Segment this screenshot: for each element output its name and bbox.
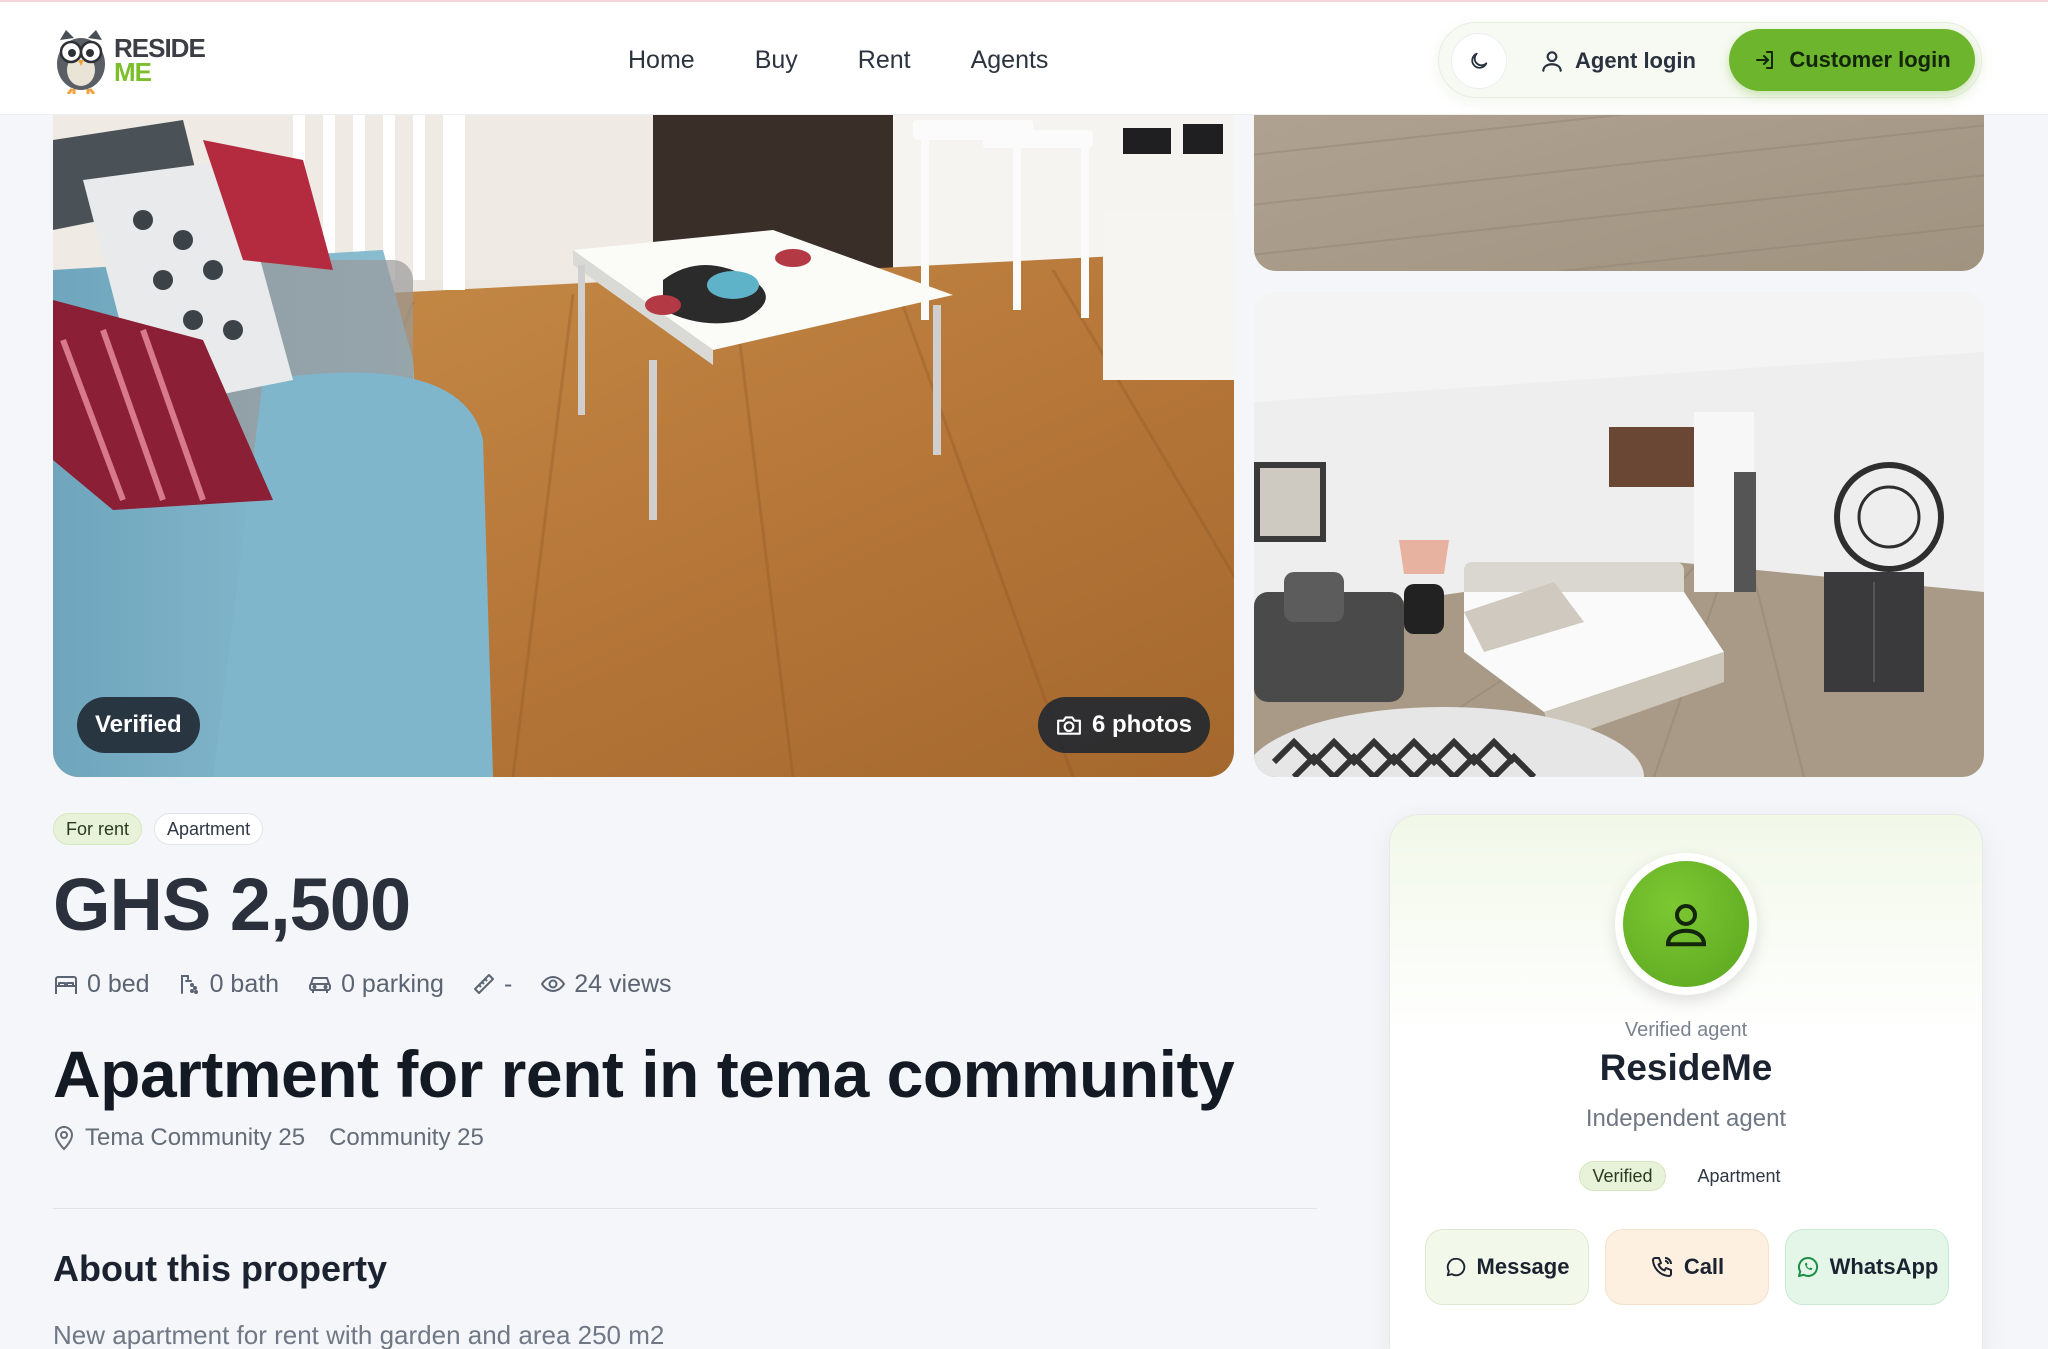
- nav-home[interactable]: Home: [628, 46, 695, 75]
- listing-title: Apartment for rent in tema community: [53, 1037, 1235, 1111]
- stat-parking: 0 parking: [307, 970, 444, 999]
- customer-login-button[interactable]: Customer login: [1729, 29, 1975, 91]
- customer-login-label: Customer login: [1789, 47, 1951, 72]
- moon-icon: [1471, 52, 1488, 69]
- agent-role: Independent agent: [1585, 1105, 1787, 1132]
- verified-badge: Verified: [77, 697, 200, 753]
- main-nav: Home Buy Rent Agents: [628, 40, 1048, 80]
- listing-tags: For rent Apartment: [53, 813, 264, 845]
- phone-icon: [1651, 1257, 1672, 1277]
- logo-text-me: ME: [114, 57, 152, 87]
- about-section-text: New apartment for rent with garden and a…: [53, 1320, 665, 1349]
- stat-bath-label: 0 bath: [209, 969, 280, 998]
- message-button[interactable]: Message: [1425, 1229, 1589, 1305]
- tag-for-rent: For rent: [53, 813, 143, 845]
- login-icon: [1756, 51, 1774, 69]
- nav-buy[interactable]: Buy: [755, 46, 798, 75]
- verified-badge-label: Verified: [95, 711, 182, 738]
- photos-count-label: 6 photos: [1092, 711, 1192, 738]
- location-primary: Tema Community 25: [85, 1124, 306, 1151]
- eye-icon: [541, 975, 566, 993]
- location-secondary: Community 25: [329, 1124, 484, 1151]
- top-navigation-bar: RESIDE ME Home Buy Rent Agents Agent log…: [0, 0, 2048, 114]
- about-section-title: About this property: [53, 1248, 387, 1289]
- whatsapp-button[interactable]: WhatsApp: [1785, 1229, 1949, 1305]
- stat-views: 24 views: [540, 969, 672, 999]
- bedroom-image: [1254, 292, 1984, 777]
- site-logo[interactable]: RESIDE ME: [52, 26, 212, 94]
- agent-tag-verified: Verified: [1579, 1161, 1666, 1191]
- header-actions: Agent login Customer login: [1438, 22, 1982, 98]
- stat-area: -: [472, 970, 512, 999]
- agent-login-button[interactable]: Agent login: [1539, 33, 1696, 89]
- stat-bath: 0 bath: [178, 969, 280, 999]
- stat-bed: 0 bed: [53, 970, 150, 999]
- bed-icon: [55, 976, 77, 994]
- stat-bed-label: 0 bed: [87, 969, 150, 998]
- tag-apartment: Apartment: [154, 813, 264, 845]
- living-room-image: [53, 80, 1234, 777]
- nav-rent[interactable]: Rent: [858, 46, 911, 75]
- owl-logo-icon: [57, 30, 105, 94]
- nav-agents[interactable]: Agents: [971, 46, 1049, 75]
- theme-toggle-button[interactable]: [1451, 33, 1507, 89]
- agent-verified-label: Verified agent: [1624, 1019, 1748, 1041]
- call-button[interactable]: Call: [1605, 1229, 1769, 1305]
- agent-tag-apartment: Apartment: [1697, 1165, 1781, 1186]
- call-button-label: Call: [1683, 1254, 1725, 1279]
- agent-login-label: Agent login: [1575, 48, 1696, 73]
- map-pin-icon: [54, 1126, 74, 1151]
- chat-icon: [1446, 1257, 1465, 1277]
- listing-price: GHS 2,500: [53, 863, 411, 946]
- ruler-icon: [473, 974, 494, 994]
- whatsapp-icon: [1797, 1256, 1818, 1277]
- whatsapp-button-label: WhatsApp: [1829, 1254, 1939, 1279]
- agent-avatar: [1615, 853, 1757, 995]
- bath-icon: [180, 975, 198, 994]
- photos-count-button[interactable]: 6 photos: [1038, 697, 1210, 753]
- main-photo[interactable]: Verified 6 photos: [53, 80, 1234, 777]
- user-icon: [1542, 51, 1562, 72]
- agent-contact-actions: Message Call WhatsApp: [1425, 1229, 1949, 1305]
- agent-tags: Verified Apartment: [1390, 1161, 1982, 1191]
- listing-location: Tema Community 25 Community 25: [53, 1124, 484, 1152]
- gallery-photo-bedroom[interactable]: [1254, 292, 1984, 777]
- agent-name[interactable]: ResideMe: [1390, 1047, 1982, 1089]
- listing-stats: 0 bed 0 bath 0 parking - 24 views: [53, 966, 672, 1002]
- message-button-label: Message: [1476, 1254, 1570, 1279]
- camera-icon: [1057, 716, 1081, 735]
- agent-card: Verified agent ResideMe Independent agen…: [1389, 814, 1983, 1349]
- car-icon: [309, 977, 332, 993]
- stat-area-label: -: [503, 969, 513, 998]
- stat-views-label: 24 views: [574, 969, 672, 998]
- user-icon: [1665, 903, 1707, 947]
- section-divider: [53, 1208, 1317, 1209]
- stat-parking-label: 0 parking: [341, 969, 444, 998]
